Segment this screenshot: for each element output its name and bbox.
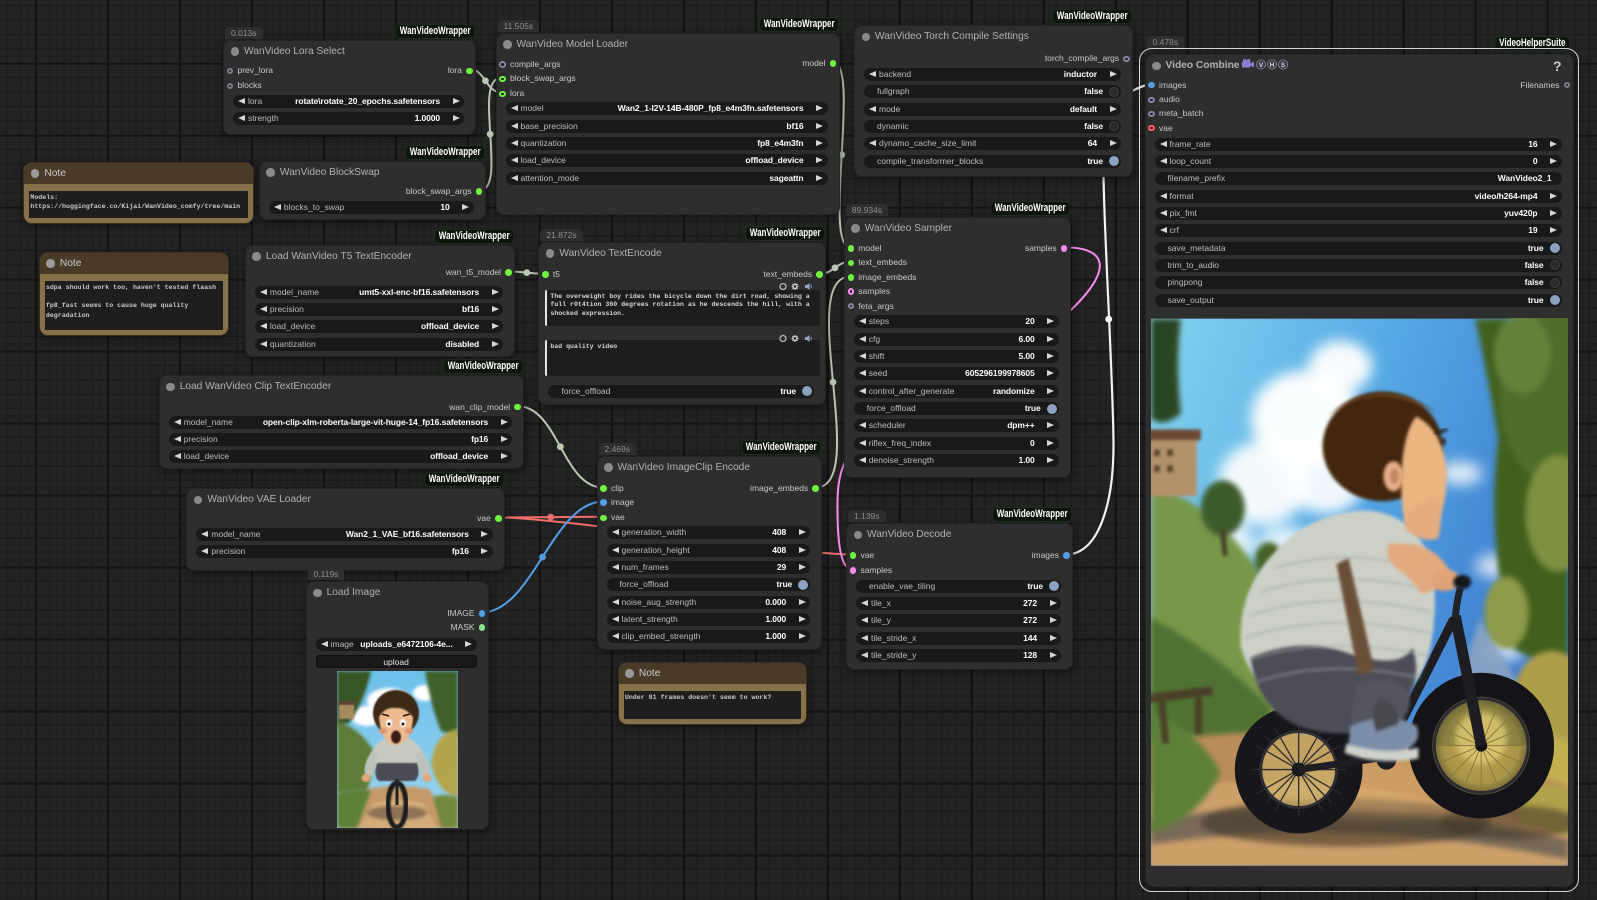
svg-text:V: V: [1259, 62, 1264, 69]
svg-text:S: S: [1281, 62, 1286, 69]
svg-text:H: H: [1270, 62, 1275, 69]
